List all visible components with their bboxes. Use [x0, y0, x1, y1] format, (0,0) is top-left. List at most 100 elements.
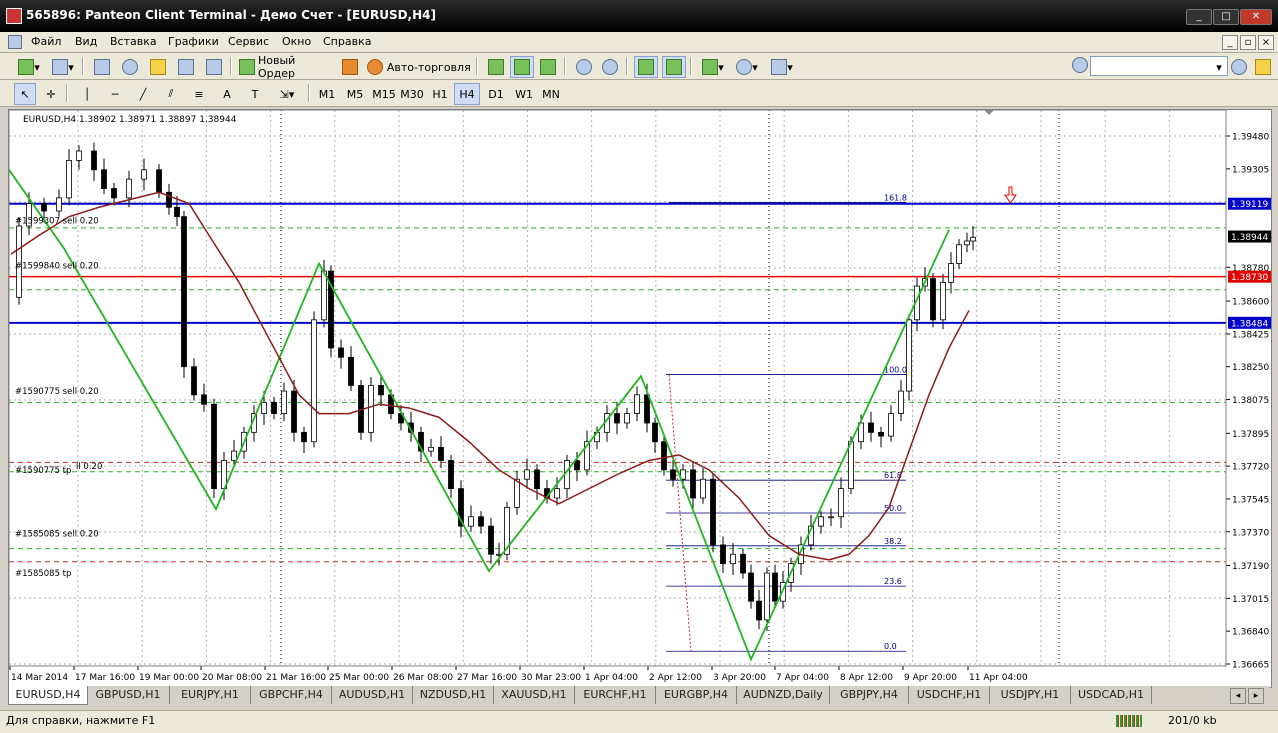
candle-body	[764, 572, 770, 621]
tf-m5-button[interactable]: M5	[342, 83, 368, 105]
chart-tab-usdchf-h1[interactable]: USDCHF,H1	[909, 686, 990, 704]
text-tool-button[interactable]: A	[216, 83, 238, 105]
price-tick-label: 1.37720	[1232, 463, 1269, 473]
tf-w1-button[interactable]: W1	[512, 83, 536, 105]
candle-body	[448, 460, 454, 490]
price-tick-label: 1.37895	[1232, 430, 1269, 440]
cursor-tool-button[interactable]: ↖	[14, 83, 36, 105]
mdi-close-button[interactable]: ×	[1258, 35, 1274, 50]
tf-m1-button[interactable]: M1	[314, 83, 340, 105]
trendline-button[interactable]: ╱	[132, 83, 154, 105]
chart-tab-usdjpy-h1[interactable]: USDJPY,H1	[990, 686, 1071, 704]
candle-body	[41, 203, 47, 212]
vertical-line-button[interactable]: │	[76, 83, 98, 105]
auto-scroll-button[interactable]	[634, 56, 658, 78]
new-order-button[interactable]: Новый Ордер	[238, 54, 334, 80]
tf-h1-button[interactable]: H1	[428, 83, 452, 105]
tf-mn-button[interactable]: MN	[538, 83, 564, 105]
menu-file[interactable]: Файл	[31, 35, 61, 48]
chart-tab-gbpchf-h4[interactable]: GBPCHF,H4	[251, 686, 332, 704]
menu-charts[interactable]: Графики	[168, 35, 219, 48]
candlestick-button[interactable]	[510, 56, 534, 78]
chart-tab-gbpjpy-h4[interactable]: GBPJPY,H4	[830, 686, 909, 704]
status-help-text: Для справки, нажмите F1	[6, 714, 156, 727]
candle-body	[661, 441, 667, 471]
menu-insert[interactable]: Вставка	[110, 35, 157, 48]
chart-tab-audusd-h1[interactable]: AUDUSD,H1	[332, 686, 413, 704]
search-dropdown-button[interactable]: ▾	[1212, 56, 1226, 78]
close-button[interactable]: ✕	[1240, 9, 1272, 25]
tf-m30-button[interactable]: M30	[398, 83, 426, 105]
chart-shift-button[interactable]	[662, 56, 686, 78]
line-chart-button[interactable]	[536, 56, 560, 78]
arrows-button[interactable]: ⇲▾	[272, 83, 302, 105]
minimize-button[interactable]: _	[1186, 9, 1212, 25]
bar-chart-icon	[488, 59, 504, 75]
maximize-button[interactable]: □	[1213, 9, 1239, 25]
periods-button[interactable]: ▾	[732, 56, 762, 78]
tf-d1-button[interactable]: D1	[484, 83, 508, 105]
templates-button[interactable]: ▾	[766, 56, 798, 78]
time-tick-label: 21 Mar 16:00	[266, 673, 326, 683]
navigator-button[interactable]	[146, 56, 170, 78]
chart-tab-xauusd-h1[interactable]: XAUUSD,H1	[494, 686, 575, 704]
menu-tools[interactable]: Сервис	[228, 35, 269, 48]
horizontal-line-button[interactable]: ─	[104, 83, 126, 105]
chart-tab-nzdusd-h1[interactable]: NZDUSD,H1	[413, 686, 494, 704]
menu-help[interactable]: Справка	[323, 35, 371, 48]
zoom-in-button[interactable]	[572, 56, 596, 78]
data-window-button[interactable]	[118, 56, 142, 78]
chart-tab-audnzd-daily[interactable]: AUDNZD,Daily	[737, 686, 830, 704]
chart-tabs: EURUSD,H4 GBPUSD,H1 EURJPY,H1 GBPCHF,H4 AUDU…	[8, 686, 1270, 706]
editor-icon	[342, 59, 358, 75]
market-watch-button[interactable]	[90, 56, 114, 78]
strategy-tester-button[interactable]	[202, 56, 226, 78]
price-tick-label: 1.38730	[1231, 273, 1268, 283]
menu-view[interactable]: Вид	[75, 35, 97, 48]
candle-body	[378, 385, 384, 396]
profiles-button[interactable]: ▾	[48, 56, 78, 78]
price-chart[interactable]: 161.8100.061.850.038.223.60.0 #1599307 s…	[8, 109, 1272, 687]
candle-body	[898, 390, 904, 414]
meta-editor-button[interactable]	[338, 56, 362, 78]
zoom-out-button[interactable]	[598, 56, 622, 78]
chart-tab-eurgbp-h4[interactable]: EURGBP,H4	[656, 686, 737, 704]
chart-tab-eurchf-h1[interactable]: EURCHF,H1	[575, 686, 656, 704]
terminal-button[interactable]	[174, 56, 198, 78]
tab-scroll-right-button[interactable]: ▸	[1248, 688, 1264, 704]
mdi-minimize-button[interactable]: _	[1222, 35, 1238, 50]
text-label-button[interactable]: T	[244, 83, 266, 105]
indicators-button[interactable]: ▾	[698, 56, 728, 78]
candle-body	[690, 469, 696, 499]
tf-h4-button[interactable]: H4	[454, 83, 480, 105]
candle-body	[906, 319, 912, 392]
search-input[interactable]	[1090, 56, 1228, 76]
candle-body	[614, 413, 620, 424]
candle-body	[878, 431, 884, 437]
price-tick-label: 1.37190	[1232, 562, 1269, 572]
candle-body	[888, 413, 894, 437]
equidistant-channel-button[interactable]: ⫽	[160, 83, 182, 105]
chart-tab-usdcad-h1[interactable]: USDCAD,H1	[1071, 686, 1152, 704]
crosshair-tool-button[interactable]: ✛	[40, 83, 62, 105]
drawing-toolbar: ↖ ✛ │ ─ ╱ ⫽ ≡ A T ⇲▾ M1 M5 M15 M30 H1 H4…	[0, 80, 1278, 107]
candle-body	[56, 197, 62, 212]
menu-window[interactable]: Окно	[282, 35, 311, 48]
chat-button[interactable]	[1252, 56, 1274, 78]
tab-scroll-left-button[interactable]: ◂	[1230, 688, 1246, 704]
candle-body	[772, 572, 778, 602]
chart-tab-eurusd-h4[interactable]: EURUSD,H4	[8, 686, 88, 705]
chart-window[interactable]: 161.8 100.0 61.8 50.0 38.2 23.6 0.0 #1599307 s…	[8, 109, 1272, 688]
auto-trading-button[interactable]: Авто-торговля	[366, 56, 472, 78]
fibonacci-button[interactable]: ≡	[188, 83, 210, 105]
bar-chart-button[interactable]	[484, 56, 508, 78]
time-tick-label: 3 Apr 20:00	[713, 673, 766, 683]
new-chart-button[interactable]: ▾	[14, 56, 44, 78]
tf-m15-button[interactable]: M15	[370, 83, 398, 105]
gear-icon[interactable]	[1072, 57, 1088, 73]
search-button[interactable]	[1228, 56, 1250, 78]
chart-tab-gbpusd-h1[interactable]: GBPUSD,H1	[87, 686, 170, 704]
mdi-restore-button[interactable]: ▫	[1240, 35, 1256, 50]
chart-tab-eurjpy-h1[interactable]: EURJPY,H1	[170, 686, 251, 704]
candle-body	[828, 516, 834, 519]
